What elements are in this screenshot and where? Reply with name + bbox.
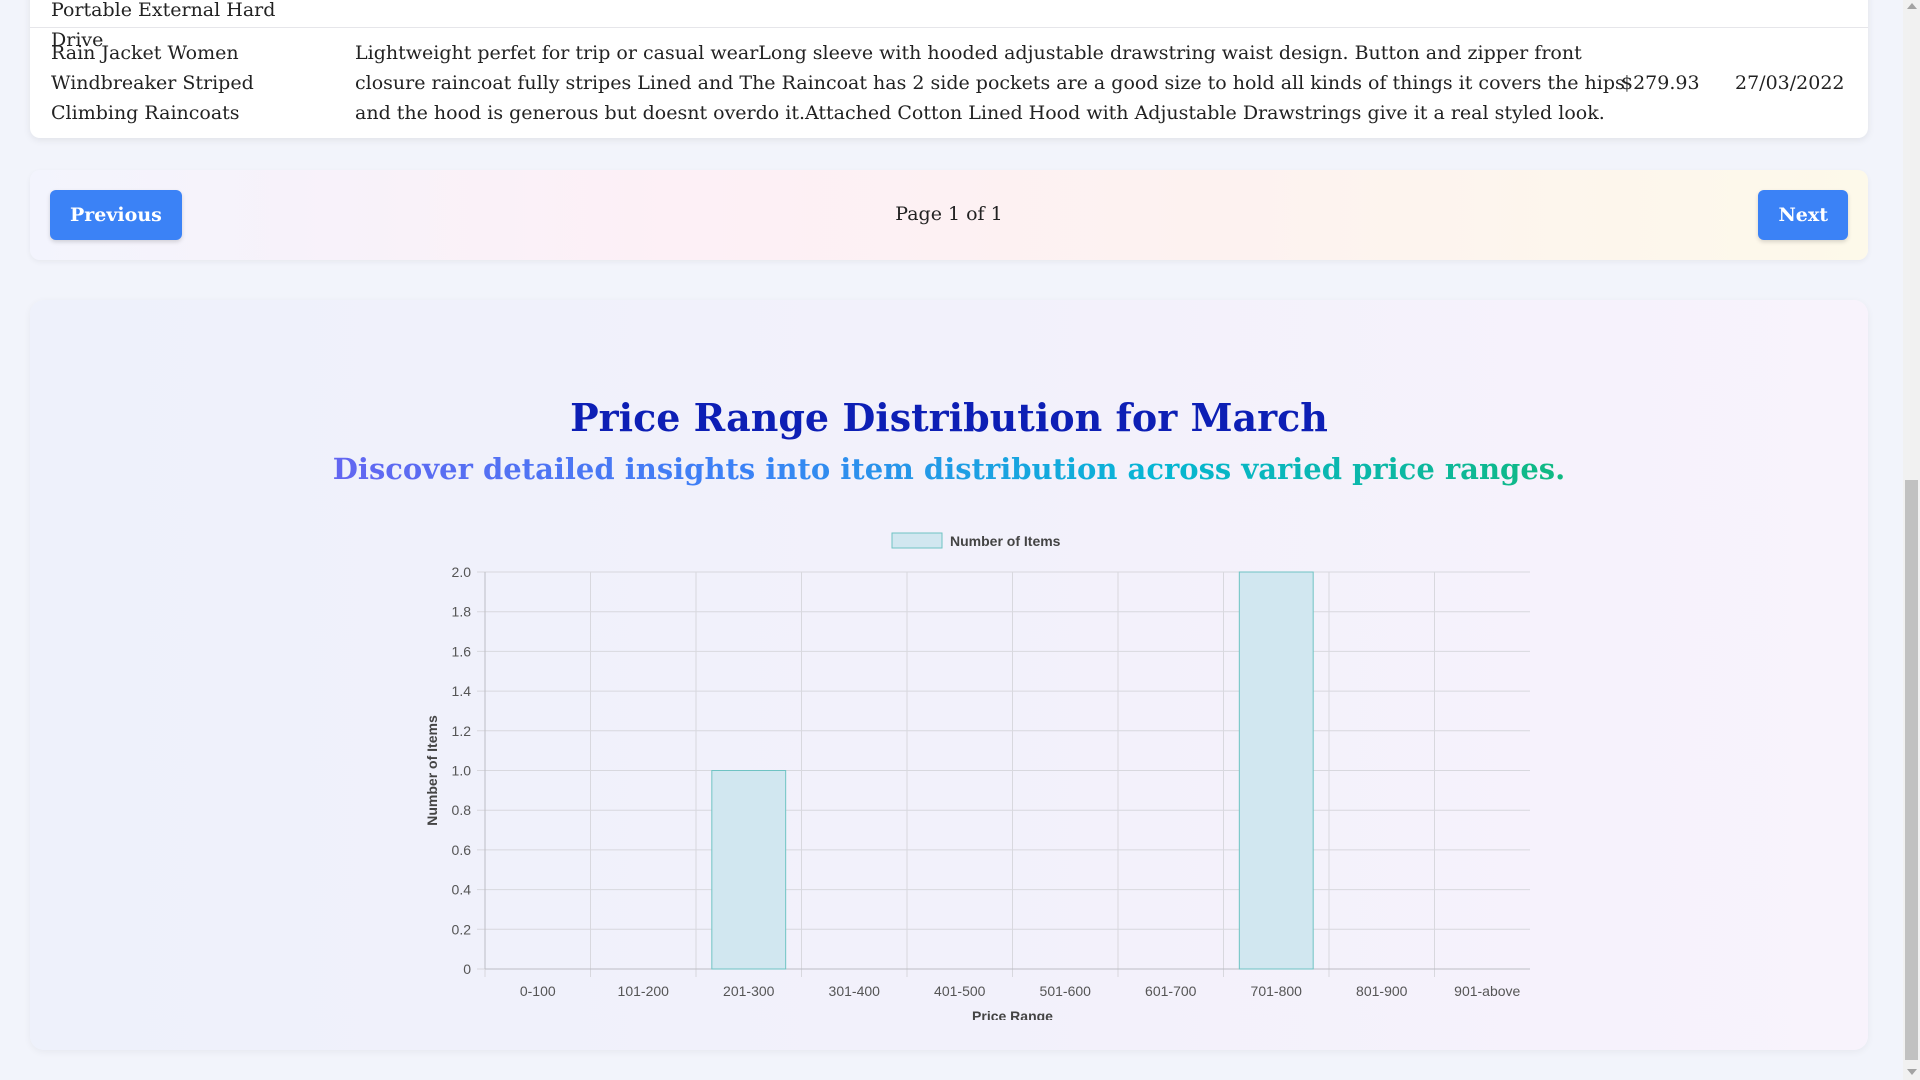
bar-chart: Number of Items 0 0.2 0.4 0.6 0.8 1.0 1.2 1.4 1.6… xyxy=(424,532,1530,1020)
chart-subtitle-text: Discover detailed insights into item dis… xyxy=(332,452,1566,486)
item-name: Rain Jacket Women Windbreaker Striped Cl… xyxy=(51,42,254,124)
item-description: Lightweight perfet for trip or casual we… xyxy=(355,42,1625,124)
scroll-down-arrow-icon[interactable] xyxy=(1907,1069,1917,1075)
chart-card: Price Range Distribution for March Disco… xyxy=(30,300,1868,1050)
y-tick-label: 0.8 xyxy=(452,802,472,818)
legend-swatch xyxy=(891,532,943,549)
next-button[interactable]: Next xyxy=(1758,190,1848,240)
y-tick-label: 2.0 xyxy=(452,564,472,580)
items-table: Portable External Hard Drive Rain Jacket… xyxy=(30,0,1868,138)
y-tick-label: 1.6 xyxy=(452,643,472,659)
chart-subtitle: Discover detailed insights into item dis… xyxy=(30,452,1868,486)
y-tick-label: 1.0 xyxy=(452,763,472,779)
table-row: Rain Jacket Women Windbreaker Striped Cl… xyxy=(30,28,1868,138)
page-indicator: Page 1 of 1 xyxy=(895,203,1003,225)
x-tick-label: 501-600 xyxy=(1040,983,1092,999)
x-tick-label: 801-900 xyxy=(1356,983,1408,999)
x-tick-label: 701-800 xyxy=(1251,983,1303,999)
x-tick-label: 601-700 xyxy=(1145,983,1197,999)
scrollbar-thumb[interactable] xyxy=(1905,480,1918,1060)
x-tick-label: 401-500 xyxy=(934,983,986,999)
y-tick-label: 0.6 xyxy=(452,842,472,858)
y-tick-label: 1.2 xyxy=(452,723,472,739)
bar-701-800 xyxy=(1238,571,1314,970)
y-tick-label: 0.4 xyxy=(452,882,472,898)
x-tick-label: 301-400 xyxy=(829,983,881,999)
y-tick-label: 0.2 xyxy=(452,921,472,937)
y-tick-label: 0 xyxy=(463,961,471,977)
y-tick-label: 1.4 xyxy=(452,683,472,699)
pagination-bar: Previous Page 1 of 1 Next xyxy=(30,170,1868,260)
bar-201-300 xyxy=(711,770,787,970)
x-tick-label: 201-300 xyxy=(723,983,775,999)
x-tick-label: 901-above xyxy=(1454,983,1520,999)
item-date: 27/03/2022 xyxy=(1735,72,1845,94)
x-axis-title: Price Range xyxy=(972,1008,1053,1020)
x-tick-label: 0-100 xyxy=(520,983,556,999)
vertical-scrollbar[interactable] xyxy=(1903,0,1920,1080)
legend-label: Number of Items xyxy=(950,533,1061,549)
x-tick-label: 101-200 xyxy=(618,983,670,999)
chart-title: Price Range Distribution for March xyxy=(570,395,1328,440)
y-axis-title: Number of Items xyxy=(424,715,440,826)
scroll-up-arrow-icon[interactable] xyxy=(1907,3,1917,9)
y-tick-label: 1.8 xyxy=(452,604,472,620)
table-row: Portable External Hard Drive xyxy=(30,0,1868,51)
item-price: $279.93 xyxy=(1621,72,1700,94)
